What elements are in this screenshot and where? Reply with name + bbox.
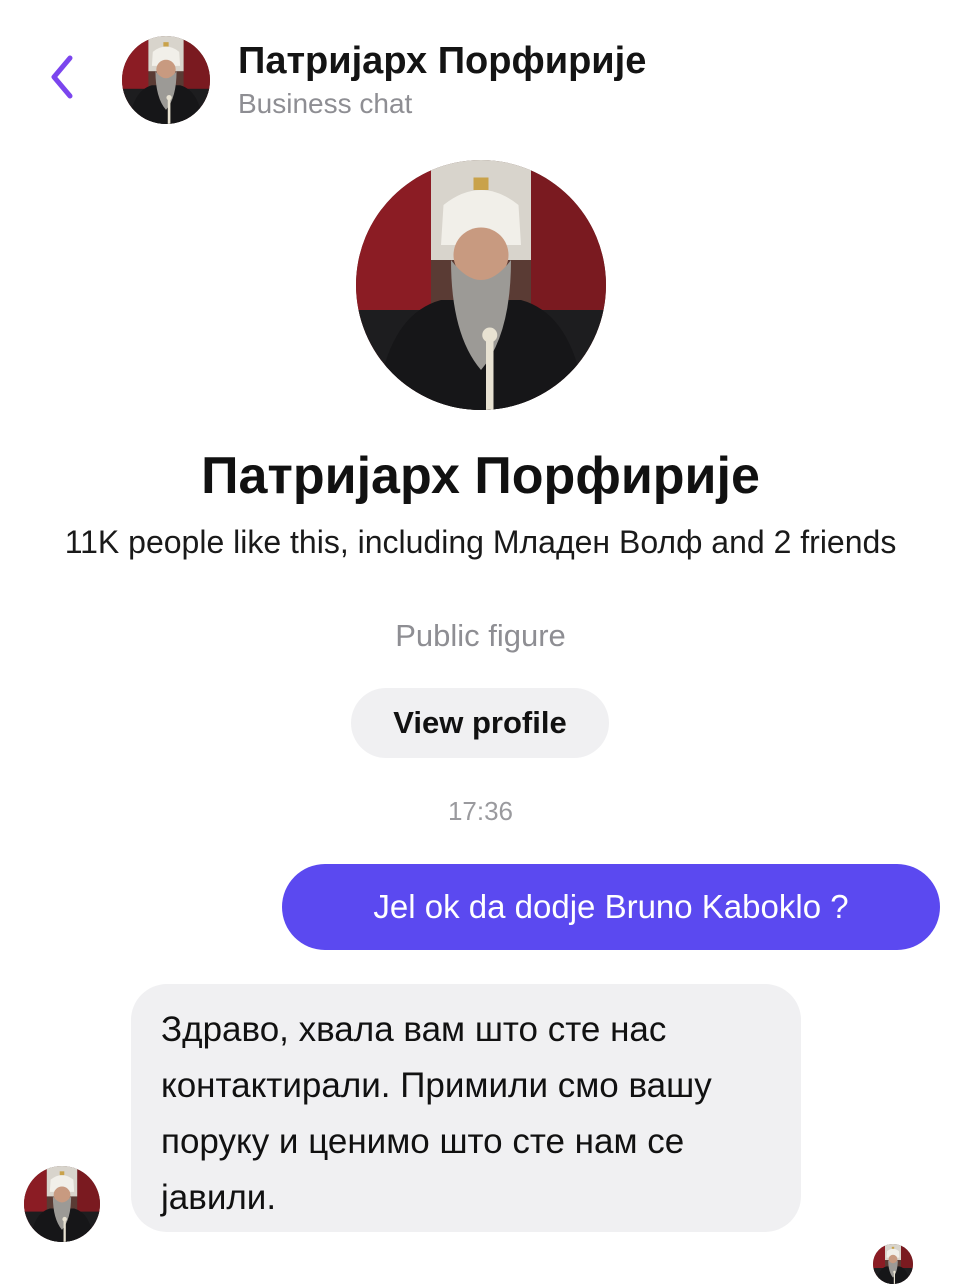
incoming-message-bubble[interactable]: Здраво, хвала вам што сте нас контактира…	[131, 984, 801, 1232]
view-profile-button[interactable]: View profile	[351, 688, 609, 758]
header-subtitle: Business chat	[238, 88, 413, 119]
outgoing-message-bubble[interactable]: Jel ok da dodje Bruno Kaboklo ?	[282, 864, 940, 950]
profile-avatar[interactable]	[356, 160, 606, 410]
back-button[interactable]	[40, 50, 84, 104]
chat-header: Патријарх Порфирије Business chat	[0, 0, 961, 140]
read-receipt-avatar	[873, 1244, 913, 1284]
profile-category: Public figure	[395, 618, 566, 653]
profile-likes-text: 11K people like this, including Младен В…	[64, 524, 897, 560]
message-timestamp: 17:36	[447, 796, 514, 826]
header-avatar[interactable]	[122, 36, 210, 124]
header-contact-name[interactable]: Патријарх Порфирије	[238, 40, 646, 83]
chevron-left-icon	[51, 55, 73, 99]
profile-name: Патријарх Порфирије	[201, 447, 760, 505]
sender-avatar[interactable]	[24, 1166, 100, 1242]
